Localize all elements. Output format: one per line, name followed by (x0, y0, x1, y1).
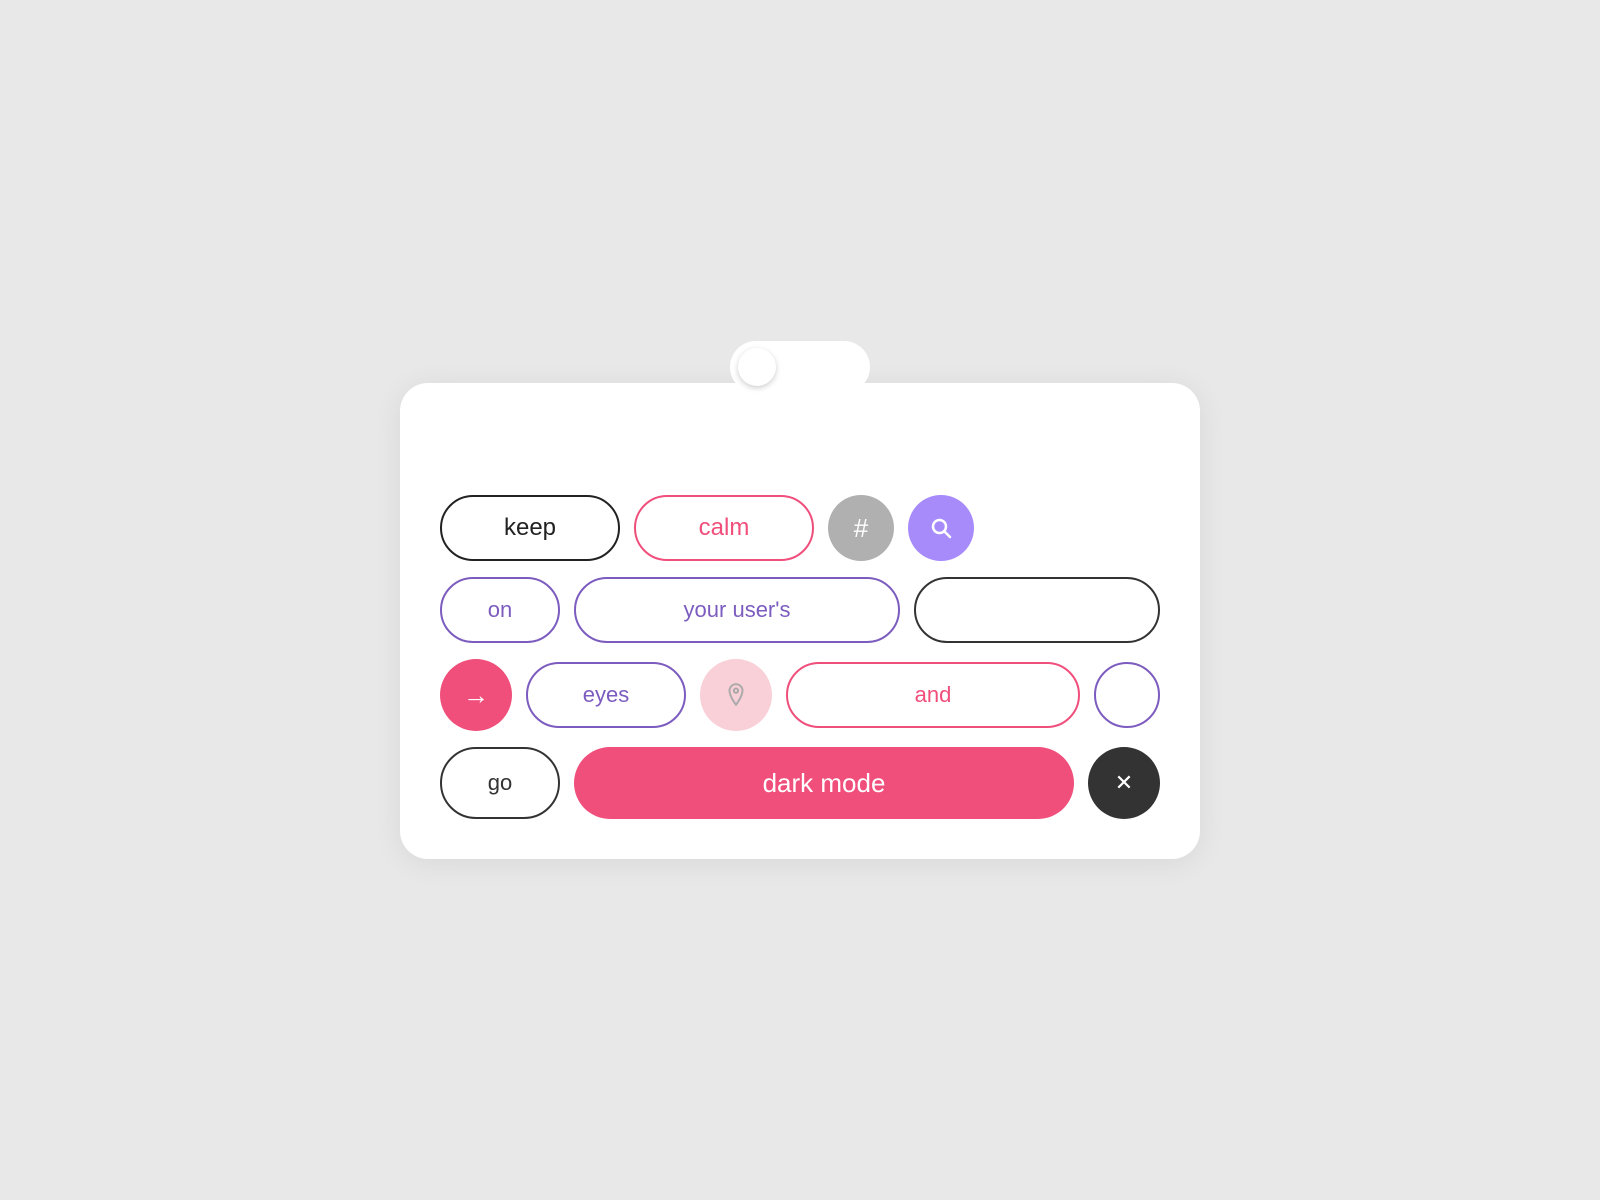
your-users-button[interactable]: your user's (574, 577, 900, 643)
eyes-button[interactable]: eyes (526, 662, 686, 728)
arrow-button[interactable]: → (440, 659, 512, 731)
search-icon (929, 516, 953, 540)
toggle-knob (738, 348, 776, 386)
outer-container: keep calm # on your user's (400, 341, 1200, 859)
empty-circle-button[interactable] (1094, 662, 1160, 728)
and-button[interactable]: and (786, 662, 1080, 728)
row-4: go dark mode ✕ (440, 747, 1160, 819)
row-1: keep calm # (440, 495, 1160, 561)
location-pin-icon (723, 682, 749, 708)
on-button[interactable]: on (440, 577, 560, 643)
toggle-bar[interactable] (730, 341, 870, 393)
close-button[interactable]: ✕ (1088, 747, 1160, 819)
main-card: keep calm # on your user's (400, 383, 1200, 859)
arrow-right-icon: → (463, 680, 489, 711)
keep-button[interactable]: keep (440, 495, 620, 561)
hash-button[interactable]: # (828, 495, 894, 561)
row-3: → eyes and (440, 659, 1160, 731)
row-2: on your user's (440, 577, 1160, 643)
go-button[interactable]: go (440, 747, 560, 819)
calm-button[interactable]: calm (634, 495, 814, 561)
close-icon: ✕ (1115, 770, 1133, 796)
search-button[interactable] (908, 495, 974, 561)
search-input[interactable] (440, 419, 1160, 471)
pin-button[interactable] (700, 659, 772, 731)
empty-dark-button[interactable] (914, 577, 1160, 643)
dark-mode-button[interactable]: dark mode (574, 747, 1074, 819)
